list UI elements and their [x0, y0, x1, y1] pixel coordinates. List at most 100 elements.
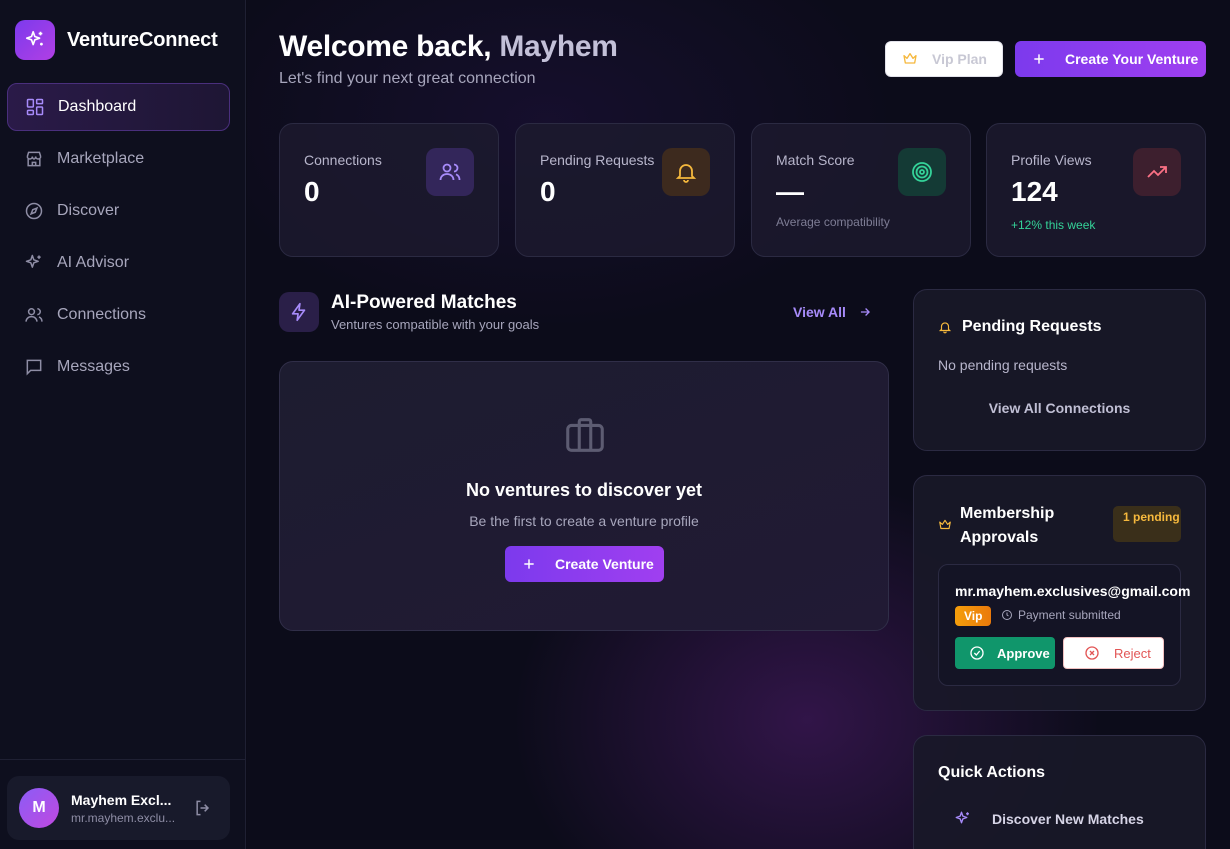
approve-button[interactable]: Approve	[955, 637, 1055, 669]
crown-icon	[939, 519, 951, 530]
sidebar-item-label: Discover	[57, 202, 120, 219]
stat-value: 0	[304, 176, 320, 207]
sparkles-icon	[955, 811, 969, 824]
empty-subtitle: Be the first to create a venture profile	[469, 513, 699, 529]
empty-title: No ventures to discover yet	[465, 480, 703, 500]
create-venture-label: Create Venture	[555, 556, 654, 572]
plus-icon	[524, 559, 534, 569]
panel-title: Membership Approvals	[960, 505, 1055, 546]
stat-label: Connections	[304, 152, 382, 168]
avatar: M	[19, 788, 59, 828]
pending-requests-panel: Pending Requests No pending requests Vie…	[913, 289, 1206, 451]
stat-value: 0	[540, 176, 556, 207]
view-all-connections-link[interactable]: View All Connections	[914, 400, 1205, 416]
approve-label: Approve	[997, 645, 1050, 661]
view-all-label: View All	[793, 304, 846, 320]
stat-card-pending-requests: Pending Requests 0	[515, 123, 735, 257]
vip-plan-button[interactable]: Vip Plan	[885, 41, 1003, 77]
section-title: AI-Powered Matches	[331, 292, 517, 313]
create-your-venture-button[interactable]: Create Your Venture	[1015, 41, 1206, 77]
panel-title: Pending Requests	[962, 318, 1102, 335]
sidebar-nav: Dashboard Marketplace Discover AI Adviso…	[7, 83, 230, 395]
request-status-text: Payment submitted	[1018, 608, 1121, 622]
stat-card-match-score: Match Score — Average compatibility	[751, 123, 971, 257]
sparkles-icon	[25, 254, 41, 268]
stat-value: —	[776, 176, 804, 207]
welcome-user-name: Mayhem	[499, 30, 618, 63]
pending-count-badge: 1 pending	[1113, 506, 1181, 542]
sidebar-item-messages[interactable]: Messages	[7, 343, 230, 391]
x-circle-icon	[1085, 646, 1099, 660]
page-subtitle: Let's find your next great connection	[279, 70, 536, 87]
stat-label: Profile Views	[1011, 152, 1092, 168]
sidebar-item-connections[interactable]: Connections	[7, 291, 230, 339]
bell-icon	[662, 148, 710, 196]
lightning-icon	[279, 292, 319, 332]
sidebar-divider	[0, 759, 246, 760]
brand[interactable]: VentureConnect	[15, 20, 218, 60]
user-name: Mayhem Excl...	[71, 791, 172, 808]
check-circle-icon	[970, 646, 984, 660]
reject-label: Reject	[1114, 645, 1151, 661]
sidebar-item-label: AI Advisor	[57, 254, 130, 271]
section-subtitle: Ventures compatible with your goals	[331, 317, 540, 332]
sidebar: VentureConnect Dashboard Marketplace Dis…	[0, 0, 246, 849]
sidebar-item-label: Messages	[57, 358, 130, 375]
bell-icon	[938, 322, 952, 334]
page-title: Welcome back, Mayhem	[279, 30, 618, 64]
stat-label: Match Score	[776, 152, 855, 168]
logout-icon[interactable]	[193, 798, 213, 818]
compass-icon	[25, 202, 43, 220]
sidebar-item-label: Connections	[57, 306, 146, 323]
request-email: mr.mayhem.exclusives@gmail.com	[955, 583, 1191, 599]
sidebar-item-discover[interactable]: Discover	[7, 187, 230, 235]
panel-title: Quick Actions	[938, 764, 1045, 781]
matches-header-text: AI-Powered Matches Ventures compatible w…	[331, 292, 539, 332]
membership-header: Membership Approvals	[938, 502, 1100, 550]
trending-up-icon	[1133, 148, 1181, 196]
create-your-venture-label: Create Your Venture	[1065, 51, 1199, 67]
stat-value: 124	[1011, 176, 1058, 207]
app-name: VentureConnect	[67, 28, 218, 51]
sidebar-item-label: Marketplace	[57, 150, 145, 167]
sidebar-item-dashboard[interactable]: Dashboard	[7, 83, 230, 131]
pending-header: Pending Requests	[938, 318, 1102, 336]
stat-card-connections: Connections 0	[279, 123, 499, 257]
user-meta: Mayhem Excl... mr.mayhem.exclu...	[71, 792, 179, 825]
sparkles-logo-icon	[15, 20, 55, 60]
welcome-header: Welcome back, Mayhem Let's find your nex…	[279, 30, 618, 88]
view-all-link[interactable]: View All	[793, 304, 872, 320]
stat-card-profile-views: Profile Views 124 +12% this week	[986, 123, 1206, 257]
stat-subtext: Average compatibility	[776, 215, 890, 229]
clock-icon	[1002, 610, 1012, 620]
arrow-right-icon	[860, 308, 870, 316]
sidebar-item-marketplace[interactable]: Marketplace	[7, 135, 230, 183]
briefcase-icon	[566, 418, 604, 452]
user-email: mr.mayhem.exclu...	[71, 810, 176, 825]
membership-request-item: mr.mayhem.exclusives@gmail.com Vip Payme…	[938, 564, 1190, 686]
request-status: Payment submitted	[1001, 608, 1121, 622]
store-icon	[26, 151, 42, 167]
tier-badge: Vip	[955, 606, 992, 626]
dashboard-icon	[26, 98, 44, 116]
quick-action-discover-matches[interactable]: Discover New Matches	[954, 810, 1144, 828]
quick-action-label: Discover New Matches	[992, 811, 1144, 827]
welcome-prefix: Welcome back,	[279, 30, 492, 63]
pending-empty-text: No pending requests	[938, 357, 1068, 373]
matches-empty-state: No ventures to discover yet Be the first…	[279, 361, 889, 631]
membership-approvals-panel: Membership Approvals 1 pending mr.mayhem…	[913, 475, 1206, 711]
target-icon	[898, 148, 946, 196]
stat-label: Pending Requests	[540, 152, 655, 168]
message-icon	[26, 359, 42, 376]
vip-plan-label: Vip Plan	[932, 51, 987, 67]
stat-subtext: +12% this week	[1011, 218, 1096, 232]
users-icon	[25, 308, 43, 322]
crown-icon	[903, 53, 917, 64]
quick-actions-panel: Quick Actions Discover New Matches	[913, 735, 1206, 849]
main-content: Welcome back, Mayhem Let's find your nex…	[247, 0, 1230, 849]
user-card[interactable]: M Mayhem Excl... mr.mayhem.exclu...	[7, 776, 230, 840]
reject-button[interactable]: Reject	[1063, 637, 1164, 669]
create-venture-button[interactable]: Create Venture	[505, 546, 664, 582]
sidebar-item-ai-advisor[interactable]: AI Advisor	[7, 239, 230, 287]
plus-icon	[1034, 54, 1044, 64]
